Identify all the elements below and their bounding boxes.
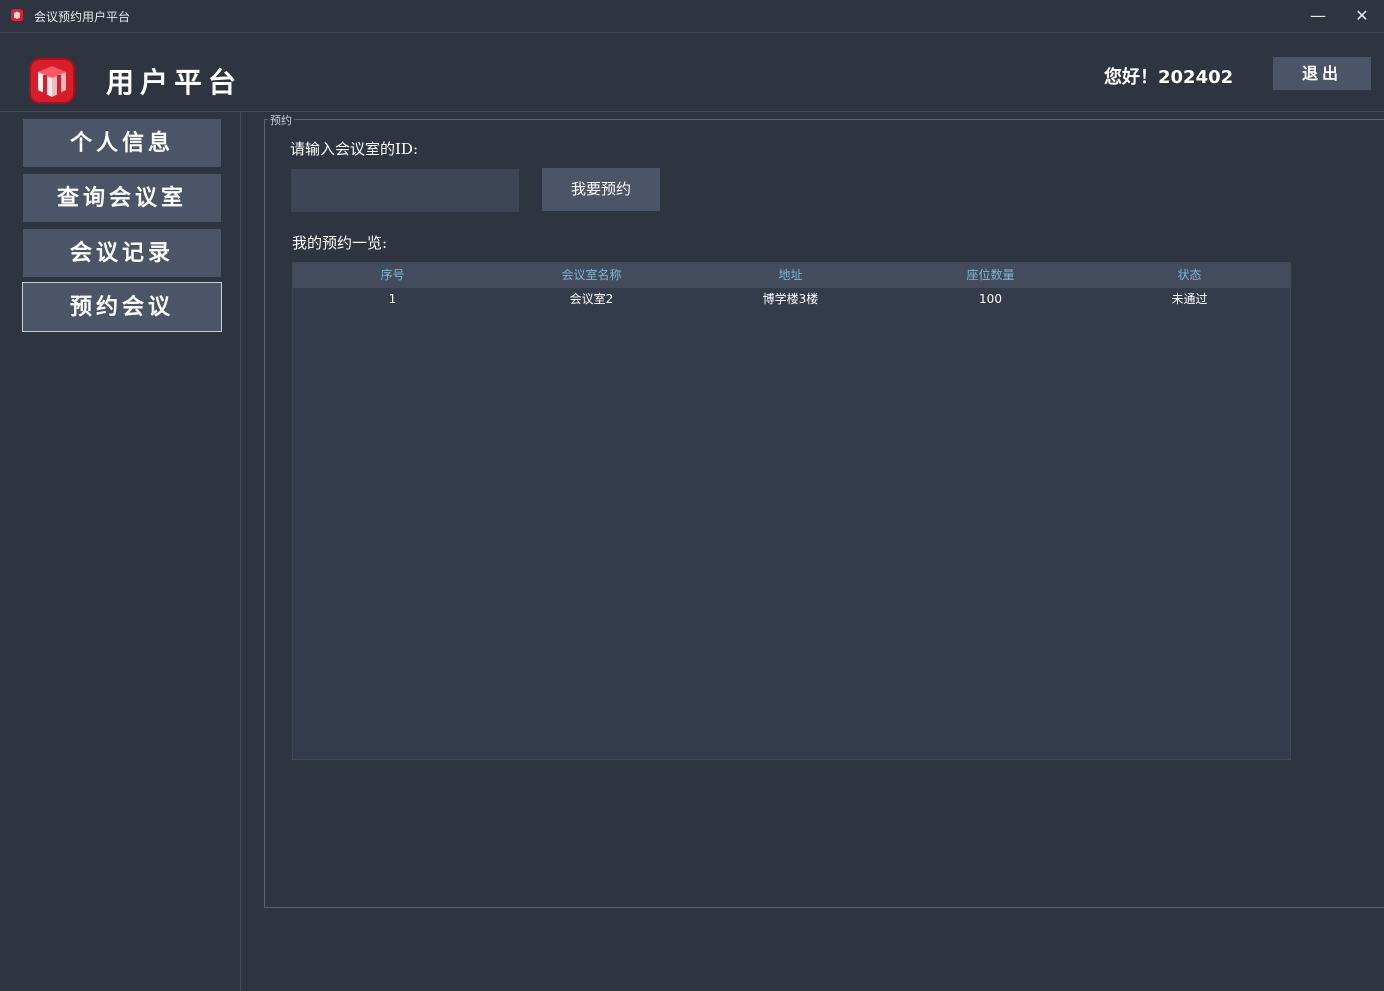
window-title: 会议预约用户平台	[34, 10, 131, 24]
header-bar: 用户平台 您好！202402 退出	[0, 33, 1384, 112]
reservations-table[interactable]: 序号 会议室名称 地址 座位数量 状态 1 会议室2 博学楼3楼 100 未通过	[292, 262, 1291, 760]
app-window: 会议预约用户平台 — ✕ 用户平台 您好！202402 退出 个人信息 查询会议…	[0, 0, 1384, 991]
sidebar-item-meeting-records[interactable]: 会议记录	[23, 229, 221, 277]
sidebar-item-personal-info[interactable]: 个人信息	[23, 119, 221, 167]
reserve-button[interactable]: 我要预约	[542, 168, 660, 211]
app-logo-icon	[11, 9, 23, 21]
groupbox-title: 预约	[268, 112, 294, 128]
sidebar-item-query-rooms[interactable]: 查询会议室	[23, 174, 221, 222]
user-greeting: 您好！202402	[1104, 67, 1234, 88]
table-header: 序号 会议室名称 地址 座位数量 状态	[293, 263, 1290, 288]
sidebar-item-book-meeting[interactable]: 预约会议	[22, 282, 222, 332]
cell-seats: 100	[979, 292, 1002, 306]
minimize-button[interactable]: —	[1296, 0, 1340, 32]
platform-title: 用户平台	[106, 66, 243, 99]
cell-room-name: 会议室2	[569, 292, 614, 306]
title-bar: 会议预约用户平台 — ✕	[0, 0, 1384, 33]
column-header-index[interactable]: 序号	[293, 263, 492, 288]
room-id-input[interactable]	[291, 169, 519, 212]
sidebar: 个人信息 查询会议室 会议记录 预约会议	[4, 112, 241, 991]
column-header-room-name[interactable]: 会议室名称	[492, 263, 691, 288]
my-reservations-label: 我的预约一览:	[292, 234, 388, 252]
cell-index: 1	[388, 292, 397, 306]
room-id-label: 请输入会议室的ID:	[290, 140, 419, 158]
red-cube-logo-icon	[29, 58, 75, 104]
column-header-address[interactable]: 地址	[691, 263, 890, 288]
column-header-seats[interactable]: 座位数量	[891, 263, 1090, 288]
column-header-status[interactable]: 状态	[1090, 263, 1289, 288]
cell-address: 博学楼3楼	[762, 292, 819, 306]
logout-button[interactable]: 退出	[1273, 57, 1371, 90]
close-button[interactable]: ✕	[1340, 0, 1384, 32]
table-row[interactable]: 1 会议室2 博学楼3楼 100 未通过	[293, 288, 1290, 310]
cell-status: 未通过	[1171, 292, 1208, 306]
